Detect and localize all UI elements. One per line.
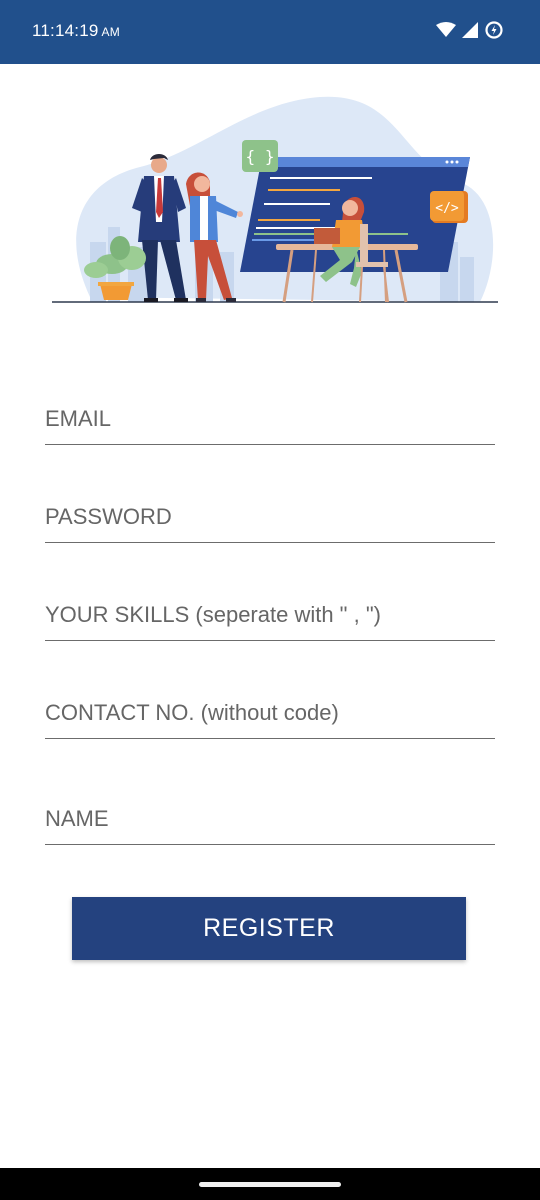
email-field[interactable] (45, 394, 495, 445)
clock-ampm: AM (101, 25, 120, 39)
status-time: 11:14:19 AM (32, 21, 120, 41)
status-bar: 11:14:19 AM (0, 0, 540, 64)
register-button[interactable]: REGISTER (72, 897, 466, 960)
password-field[interactable] (45, 492, 495, 543)
home-gesture-handle[interactable] (199, 1182, 341, 1187)
code-tag-icon: </> (430, 191, 468, 223)
braces-icon: { } (242, 140, 278, 172)
hero-illustration: { } </> (52, 96, 498, 303)
svg-text:{ }: { } (246, 147, 275, 166)
skills-field[interactable] (45, 590, 495, 641)
cellular-signal-icon (462, 22, 478, 38)
svg-text:</>: </> (435, 201, 459, 216)
wifi-icon (436, 22, 456, 37)
clock-time: 11:14:19 (32, 21, 99, 40)
navigation-bar (0, 1168, 540, 1200)
name-field[interactable] (45, 794, 495, 845)
data-saver-icon (485, 21, 503, 39)
status-icons (436, 20, 504, 40)
contact-field[interactable] (45, 688, 495, 739)
